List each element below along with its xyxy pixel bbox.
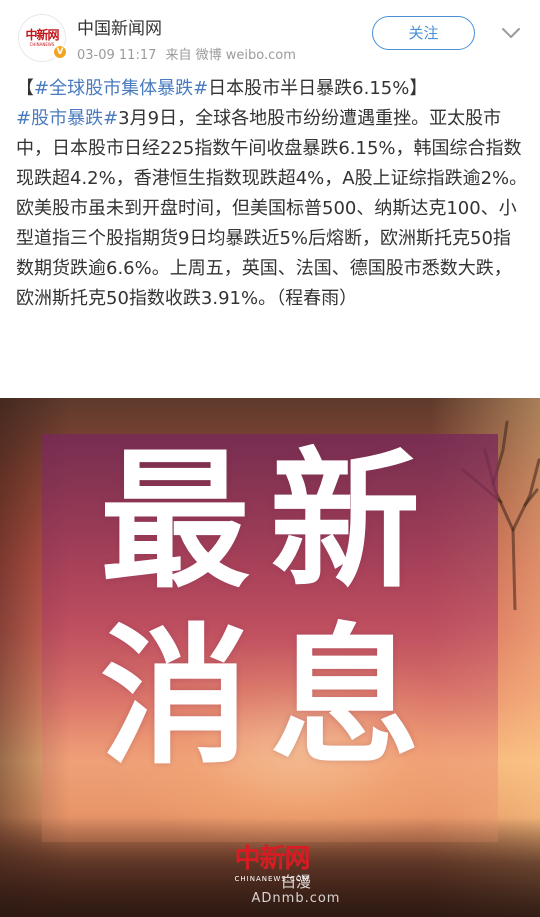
follow-button[interactable]: 关注 — [372, 16, 475, 50]
verified-badge-icon: V — [52, 44, 68, 60]
watermark-url: ADnmb.com — [251, 891, 341, 906]
account-name[interactable]: 中国新闻网 — [77, 14, 162, 39]
text-segment: 日本股市半日暴跌6.15%】 — [208, 78, 428, 99]
avatar-logo: 中新网 — [25, 28, 59, 42]
chevron-down-icon[interactable] — [500, 24, 522, 42]
post-source: 来自 微博 weibo.com — [165, 48, 296, 63]
avatar-logo-sub: CHINANEWS — [29, 42, 55, 47]
watermark: 白漫 ADnmb.com — [246, 874, 346, 914]
post-meta: 03-09 11:17 来自 微博 weibo.com — [77, 44, 301, 63]
post-image[interactable]: 最新 消息 中新网 CHINANEWS.COM 白漫 ADnmb.com — [0, 398, 540, 917]
hashtag-link[interactable]: #股市暴跌# — [16, 108, 118, 129]
image-logo-text: 中新网 — [234, 844, 310, 874]
text-segment: 3月9日，全球各地股市纷纷遭遇重挫。亚太股市中，日本股市日经225指数午间收盘暴… — [16, 108, 528, 309]
watermark-text: 白漫 — [280, 873, 311, 891]
headline-line-2: 消息 — [99, 611, 440, 785]
weibo-post-page: 中新网 CHINANEWS V 中国新闻网 03-09 11:17 来自 微博 … — [0, 0, 540, 917]
headline-line-1: 最新 — [99, 435, 440, 609]
post-header: 中新网 CHINANEWS V 中国新闻网 03-09 11:17 来自 微博 … — [0, 0, 540, 70]
hashtag-link[interactable]: #全球股市集体暴跌# — [34, 78, 208, 99]
post-text: 【#全球股市集体暴跌#日本股市半日暴跌6.15%】 #股市暴跌#3月9日，全球各地… — [16, 74, 528, 314]
post-date: 03-09 11:17 — [77, 48, 157, 63]
text-segment: 【 — [16, 78, 34, 99]
